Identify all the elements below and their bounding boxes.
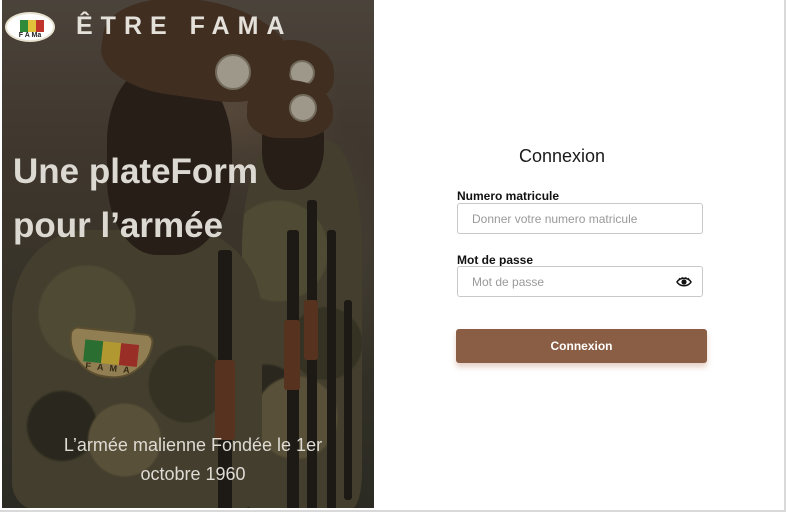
headline-line-1: Une plateForm	[13, 152, 259, 191]
matricule-label: Numero matricule	[457, 189, 560, 203]
fama-logo: F A Ma	[5, 12, 55, 42]
login-title: Connexion	[519, 146, 606, 166]
subline-line-2: octobre 1960	[140, 464, 246, 484]
eye-icon[interactable]	[676, 276, 692, 288]
subline-line-1: L’armée malienne Fondée le 1er	[63, 435, 323, 455]
password-input[interactable]	[457, 266, 703, 297]
hero-panel: F A M A F A Ma ÊTRE FAMA Une plateForm p…	[2, 0, 374, 508]
brand-name: ÊTRE FAMA	[76, 12, 293, 40]
headline-line-2: pour l’armée	[13, 206, 224, 245]
hero-headline: Une plateForm pour l’armée	[13, 145, 343, 253]
login-panel: Connexion Numero matricule Mot de passe …	[374, 0, 784, 508]
password-label: Mot de passe	[457, 253, 534, 267]
matricule-input[interactable]	[457, 203, 703, 234]
login-button[interactable]: Connexion	[456, 329, 707, 363]
hero-subline: L’armée malienne Fondée le 1er octobre 1…	[28, 431, 358, 489]
